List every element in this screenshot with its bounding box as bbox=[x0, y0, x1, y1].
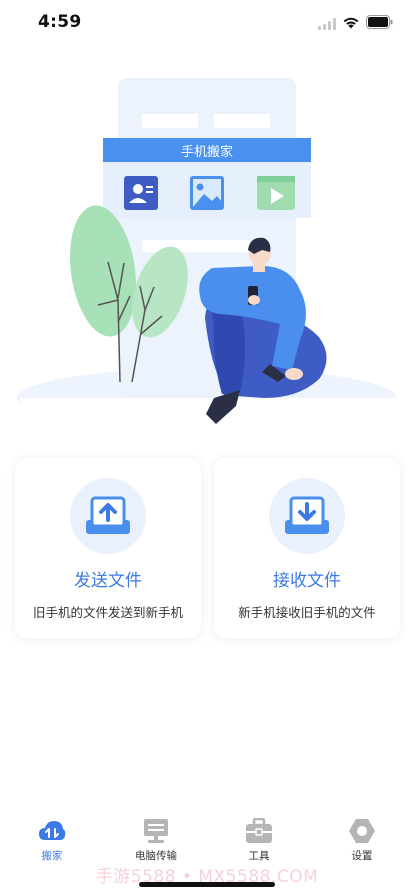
toolbox-icon bbox=[246, 818, 272, 843]
tab-settings[interactable]: 设置 bbox=[322, 818, 402, 863]
signal-icon bbox=[318, 18, 336, 30]
status-time: 4:59 bbox=[38, 12, 82, 32]
download-icon bbox=[285, 496, 329, 534]
home-indicator bbox=[139, 882, 275, 887]
send-files-card[interactable]: 发送文件 旧手机的文件发送到新手机 bbox=[15, 458, 201, 638]
bottom-tab-bar: 搬家 电脑传输 工具 设置 bbox=[0, 810, 414, 866]
send-files-subtitle: 旧手机的文件发送到新手机 bbox=[32, 605, 183, 620]
tab-pc-transfer-label: 电脑传输 bbox=[135, 850, 177, 862]
photos-icon bbox=[190, 176, 224, 210]
hex-gear-icon bbox=[349, 819, 375, 843]
computer-icon bbox=[144, 819, 168, 843]
receive-files-card[interactable]: 接收文件 新手机接收旧手机的文件 bbox=[214, 458, 400, 638]
status-bar: 4:59 bbox=[0, 0, 414, 44]
tab-tools[interactable]: 工具 bbox=[219, 818, 299, 863]
hero-illustration: 手机搬家 bbox=[0, 60, 414, 440]
wifi-icon bbox=[343, 17, 359, 29]
phone-move-illustration: 手机搬家 bbox=[17, 78, 400, 438]
video-icon bbox=[257, 176, 295, 210]
tab-move[interactable]: 搬家 bbox=[12, 818, 92, 863]
upload-icon bbox=[86, 496, 130, 534]
receive-icon-circle bbox=[269, 478, 345, 554]
receive-files-title: 接收文件 bbox=[273, 571, 341, 591]
tab-settings-label: 设置 bbox=[351, 850, 373, 862]
send-files-title: 发送文件 bbox=[74, 571, 142, 591]
banner-title: 手机搬家 bbox=[181, 144, 233, 160]
tab-pc-transfer[interactable]: 电脑传输 bbox=[116, 818, 196, 863]
tab-move-label: 搬家 bbox=[41, 850, 63, 862]
cloud-transfer-icon bbox=[39, 821, 66, 840]
contacts-icon bbox=[124, 176, 158, 210]
tab-tools-label: 工具 bbox=[248, 850, 270, 862]
receive-files-subtitle: 新手机接收旧手机的文件 bbox=[238, 605, 376, 620]
battery-icon bbox=[366, 15, 393, 29]
send-icon-circle bbox=[70, 478, 146, 554]
